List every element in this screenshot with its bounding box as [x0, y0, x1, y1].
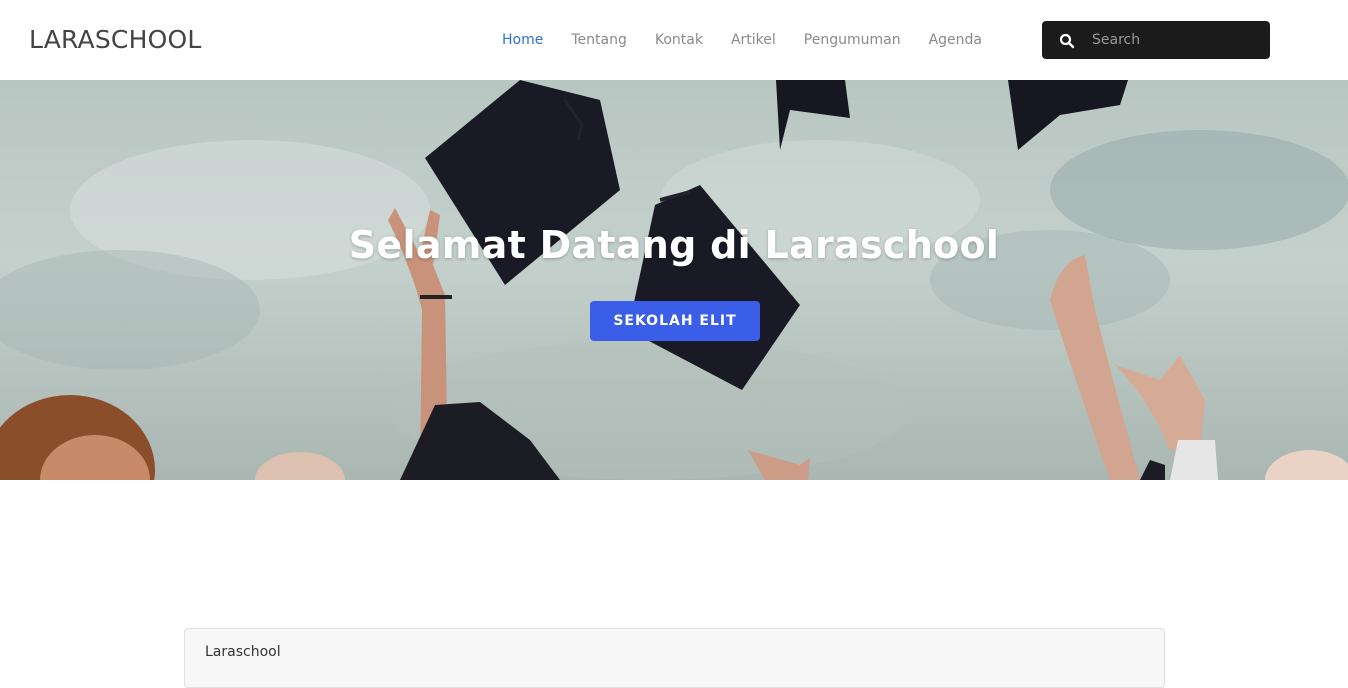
info-card: Laraschool	[184, 628, 1165, 688]
nav-item-artikel[interactable]: Artikel	[731, 29, 776, 51]
top-navbar: LARASCHOOL Home Tentang Kontak Artikel P…	[0, 0, 1348, 80]
nav-item-home[interactable]: Home	[502, 29, 543, 51]
sekolah-elit-button[interactable]: SEKOLAH ELIT	[590, 301, 760, 341]
hero-banner: Selamat Datang di Laraschool SEKOLAH ELI…	[0, 80, 1348, 480]
card-header: Laraschool	[205, 644, 281, 660]
nav-item-agenda[interactable]: Agenda	[929, 29, 982, 51]
main-nav: Home Tentang Kontak Artikel Pengumuman A…	[502, 29, 1010, 51]
nav-item-tentang[interactable]: Tentang	[571, 29, 627, 51]
graduation-photo	[0, 80, 1348, 480]
nav-item-kontak[interactable]: Kontak	[655, 29, 703, 51]
search-input[interactable]	[1084, 21, 1264, 59]
hero-title: Selamat Datang di Laraschool	[348, 223, 1000, 267]
search-box	[1042, 21, 1270, 59]
search-icon[interactable]	[1059, 33, 1075, 49]
site-brand[interactable]: LARASCHOOL	[29, 24, 201, 56]
nav-item-pengumuman[interactable]: Pengumuman	[804, 29, 901, 51]
